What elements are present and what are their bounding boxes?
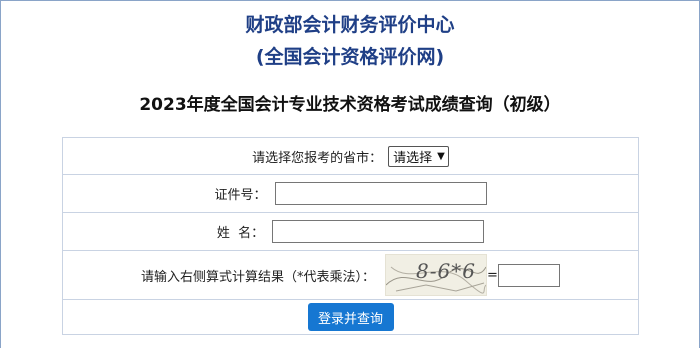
login-query-button[interactable]: 登录并查询	[307, 303, 394, 331]
id-label: 证件号：	[214, 188, 267, 203]
org-title: 财政部会计财务评价中心	[245, 14, 455, 36]
id-row: 证件号：	[62, 174, 639, 213]
captcha-label: 请输入右侧算式计算结果（*代表乘法）：	[141, 269, 376, 285]
captcha-row: 请输入右侧算式计算结果（*代表乘法）： 8-6*6 =	[62, 250, 639, 300]
captcha-input[interactable]	[497, 263, 560, 287]
page: 财政部会计财务评价中心 (全国会计资格评价网) 2023年度全国会计专业技术资格…	[0, 0, 700, 348]
province-select[interactable]: 请选择 ▼	[388, 145, 449, 167]
name-input[interactable]	[272, 220, 485, 243]
province-select-value: 请选择	[393, 150, 433, 166]
page-title: 2023年度全国会计专业技术资格考试成绩查询（初级）	[139, 95, 561, 115]
name-row: 姓 名：	[62, 212, 639, 251]
chevron-down-icon: ▼	[437, 150, 445, 162]
province-row: 请选择您报考的省市： 请选择 ▼	[62, 137, 639, 175]
province-label: 请选择您报考的省市：	[252, 150, 383, 166]
captcha-image-text: 8-6*6	[416, 259, 476, 283]
id-number-input[interactable]	[274, 182, 487, 205]
captcha-image[interactable]: 8-6*6	[385, 254, 488, 296]
org-subtitle: (全国会计资格评价网)	[255, 46, 445, 68]
query-form: 请选择您报考的省市： 请选择 ▼ 证件号： 姓 名： 请输入右侧算式计算结果（*…	[62, 137, 639, 335]
submit-row: 登录并查询	[62, 299, 639, 335]
name-label: 姓 名：	[216, 226, 265, 241]
captcha-equals: =	[487, 267, 498, 283]
